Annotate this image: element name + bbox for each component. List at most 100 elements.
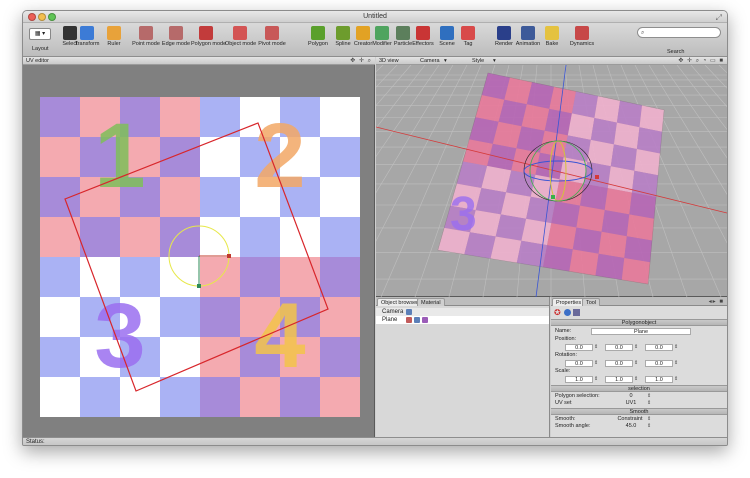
stepper-icon[interactable]: ⇕ <box>647 423 651 430</box>
tool-transform-button[interactable]: Transform <box>72 24 102 56</box>
smooth-value[interactable]: Constraint <box>613 416 647 423</box>
info-icon[interactable] <box>564 309 571 316</box>
tab-object-browser[interactable]: Object browser <box>377 298 422 306</box>
tool-bake-button[interactable]: Bake <box>537 24 567 56</box>
uv-checker-cell <box>320 177 360 217</box>
object-type-icon[interactable]: ✪ <box>554 308 561 317</box>
camera-tag-icon[interactable] <box>406 309 412 315</box>
tag-icon <box>461 26 475 40</box>
rotation-y-field[interactable]: 0.0 <box>605 360 633 367</box>
uv-set-label: UV set <box>555 400 572 406</box>
name-field[interactable]: Plane <box>591 328 691 335</box>
stepper-icon[interactable]: ⇕ <box>594 344 598 351</box>
stepper-icon[interactable]: ⇕ <box>647 400 651 407</box>
scale-x-field[interactable]: 1.0 <box>565 376 593 383</box>
tool-point-mode-button[interactable]: Point mode <box>131 24 161 56</box>
close-window-button[interactable] <box>28 13 36 21</box>
point-mode-icon <box>139 26 153 40</box>
position-label: Position: <box>555 336 577 342</box>
stepper-icon[interactable]: ⇕ <box>674 344 678 351</box>
search-icon: ⌕ <box>641 30 645 36</box>
polygon-mode-icon <box>199 26 213 40</box>
3d-view-header: 3D view Camera ▾ Style ▾ ✥ ✛ ⌕ ◔ ▭ ■ <box>376 57 727 65</box>
minimize-window-button[interactable] <box>38 13 46 21</box>
stepper-icon[interactable]: ⇕ <box>594 360 598 367</box>
tool-label: Tag <box>463 41 473 47</box>
layout-select[interactable]: ▦ ▾ <box>29 28 51 40</box>
uv-checker-cell <box>40 97 80 137</box>
scale-z-field[interactable]: 1.0 <box>645 376 673 383</box>
panel-controls-icon[interactable]: ✥ ✛ ⌕ <box>350 57 372 65</box>
search-input[interactable]: ⌕ <box>637 27 721 38</box>
tool-ruler-button[interactable]: Ruler <box>99 24 129 56</box>
uv-checker-cell <box>160 257 200 297</box>
view-controls-icon[interactable]: ✥ ✛ ⌕ ◔ ▭ ■ <box>678 57 724 65</box>
position-x-field[interactable]: 0.0 <box>565 344 593 351</box>
camera-menu[interactable]: Camera <box>420 57 440 65</box>
polygon-tool-icon <box>311 26 325 40</box>
zoom-window-button[interactable] <box>48 13 56 21</box>
uv-checker-cell <box>200 217 240 257</box>
tool-label: Dynamics <box>569 41 595 47</box>
title-bar: Untitled ⤢ <box>23 11 727 23</box>
tool-object-mode-button[interactable]: Object mode <box>225 24 256 56</box>
animation-icon <box>521 26 535 40</box>
stepper-icon[interactable]: ⇕ <box>674 376 678 383</box>
tab-tool[interactable]: Tool <box>582 298 601 306</box>
rotation-z-field[interactable]: 0.0 <box>645 360 673 367</box>
tab-properties[interactable]: Properties <box>552 298 586 306</box>
camera-menu-chevron-icon[interactable]: ▾ <box>444 57 447 65</box>
uv-number-label: 1 <box>94 105 145 207</box>
stepper-icon[interactable]: ⇕ <box>647 416 651 423</box>
main-toolbar: ▦ ▾ Layout Select Transform Ruler Point mod… <box>23 23 727 57</box>
tag-icon[interactable] <box>573 309 580 316</box>
stepper-icon[interactable]: ⇕ <box>634 360 638 367</box>
tool-label: Bake <box>545 41 559 47</box>
transform-icon <box>80 26 94 40</box>
smooth-angle-value[interactable]: 45.0 <box>617 423 645 430</box>
stepper-icon[interactable]: ⇕ <box>634 376 638 383</box>
grid-line <box>718 65 727 74</box>
object-name: Camera <box>382 309 404 315</box>
tool-dynamics-button[interactable]: Dynamics <box>567 24 597 56</box>
uv-set-value[interactable]: UV1 <box>617 400 645 407</box>
uv-checker-cell <box>40 297 80 337</box>
tab-material[interactable]: Material <box>417 298 445 306</box>
style-menu[interactable]: Style <box>472 57 484 65</box>
position-y-field[interactable]: 0.0 <box>605 344 633 351</box>
uv-axis-x-handle <box>227 254 231 258</box>
rotation-x-field[interactable]: 0.0 <box>565 360 593 367</box>
object-row-plane[interactable]: Plane <box>376 316 549 324</box>
tool-pivot-mode-button[interactable]: Pivot mode <box>257 24 287 56</box>
texture-tag-icon[interactable] <box>422 317 428 323</box>
scene-icon <box>440 26 454 40</box>
selection-section: selection <box>551 385 727 392</box>
panel-menu-icon[interactable]: ◂▸ ■ <box>709 298 724 305</box>
uv-canvas[interactable]: 1 23 4 <box>23 65 375 437</box>
status-bar: Status: <box>23 437 727 445</box>
material-tag-icon[interactable] <box>406 317 412 323</box>
render-icon <box>497 26 511 40</box>
object-row-camera[interactable]: Camera <box>376 308 549 316</box>
uv-checker-cell <box>320 377 360 417</box>
tool-edge-mode-button[interactable]: Edge mode <box>161 24 191 56</box>
grid-line <box>676 65 727 130</box>
uv-checker-cell <box>40 137 80 177</box>
scale-y-field[interactable]: 1.0 <box>605 376 633 383</box>
position-z-field[interactable]: 0.0 <box>645 344 673 351</box>
stepper-icon[interactable]: ⇕ <box>674 360 678 367</box>
polygon-selection-value[interactable]: 0 <box>617 393 645 400</box>
uv-checker-cell <box>160 217 200 257</box>
uvw-tag-icon[interactable] <box>414 317 420 323</box>
stepper-icon[interactable]: ⇕ <box>594 376 598 383</box>
3d-view-title: 3D view <box>379 58 399 64</box>
window-title: Untitled <box>363 13 387 20</box>
3d-viewport[interactable]: 3 <box>376 65 727 297</box>
style-menu-chevron-icon[interactable]: ▾ <box>493 57 496 65</box>
grid-line <box>376 65 384 73</box>
tool-tag-button[interactable]: Tag <box>453 24 483 56</box>
tool-polygon-mode-button[interactable]: Polygon mode <box>191 24 226 56</box>
stepper-icon[interactable]: ⇕ <box>647 393 651 400</box>
uv-axis-y-handle <box>197 284 201 288</box>
stepper-icon[interactable]: ⇕ <box>634 344 638 351</box>
